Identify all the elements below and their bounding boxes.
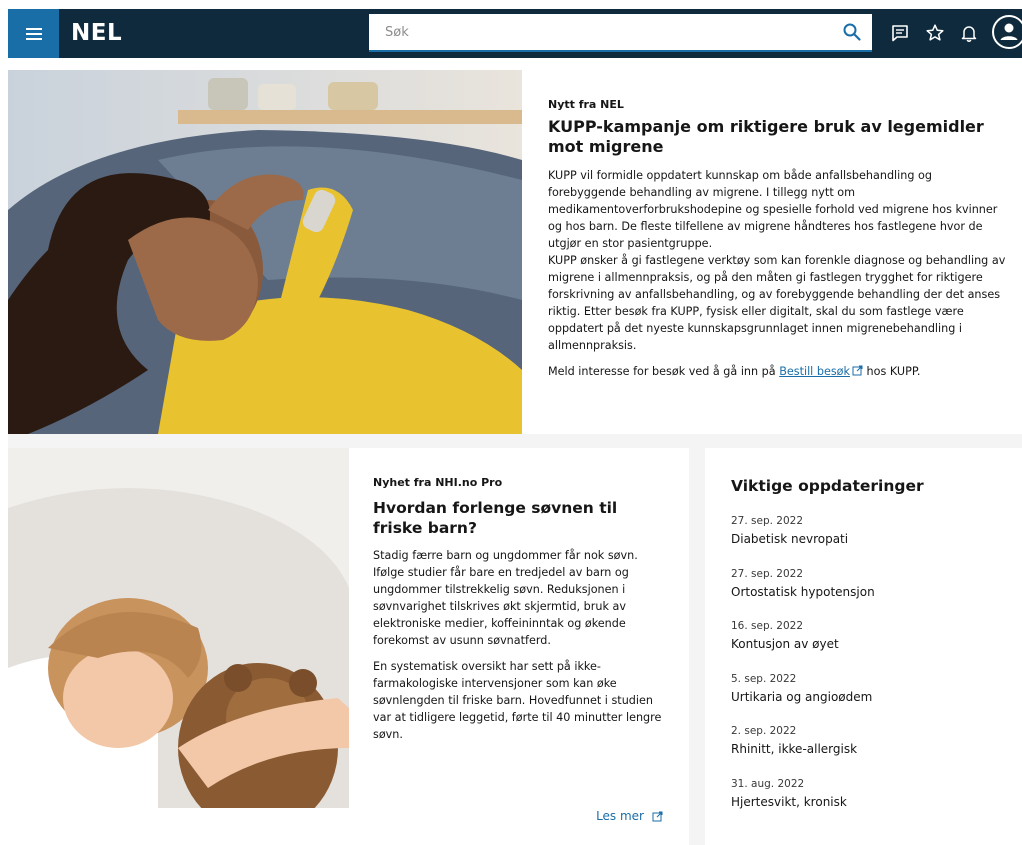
news-card: Nyhet fra NHI.no Pro Hvordan forlenge sø… (8, 448, 689, 845)
update-name[interactable]: Diabetisk nevropati (731, 530, 1006, 548)
update-date: 27. sep. 2022 (731, 515, 804, 527)
news-title[interactable]: Hvordan forlenge søvnen til friske barn? (373, 498, 671, 538)
updates-list: 27. sep. 2022 Diabetisk nevropati 27. se… (731, 514, 1006, 829)
lower-section: Nyhet fra NHI.no Pro Hvordan forlenge sø… (8, 434, 1022, 845)
update-name[interactable]: Kontusjon av øyet (731, 635, 1006, 653)
list-item[interactable]: 2. sep. 2022 Rhinitt, ikke-allergisk (731, 724, 1006, 777)
update-date: 5. sep. 2022 (731, 672, 797, 685)
menu-button[interactable] (8, 9, 59, 58)
bestill-besok-link[interactable]: Bestill besøk (779, 365, 863, 378)
news-article: Nyhet fra NHI.no Pro Hvordan forlenge sø… (349, 448, 689, 845)
updates-title: Viktige oppdateringer (731, 477, 924, 495)
external-link-icon (852, 365, 863, 376)
news-kicker: Nyhet fra NHI.no Pro (373, 476, 503, 489)
bell-icon[interactable] (959, 23, 979, 43)
update-date: 16. sep. 2022 (731, 620, 804, 632)
hero-section: Nytt fra NEL KUPP-kampanje om riktigere … (8, 70, 1022, 434)
update-name[interactable]: Hjertesvikt, kronisk (731, 793, 1006, 811)
hero-kicker: Nytt fra NEL (548, 98, 624, 111)
hero-title[interactable]: KUPP-kampanje om riktigere bruk av legem… (548, 117, 1006, 157)
search-box (369, 14, 872, 52)
news-paragraph: En systematisk oversikt har sett på ikke… (373, 660, 662, 741)
star-icon[interactable] (925, 23, 945, 43)
read-more-label: Les mer (596, 809, 644, 823)
news-paragraph: Stadig færre barn og ungdommer får nok s… (373, 549, 638, 647)
list-item[interactable]: 5. sep. 2022 Urtikaria og angioødem (731, 672, 1006, 725)
update-date: 27. sep. 2022 (731, 567, 804, 580)
hero-paragraph: KUPP ønsker å gi fastlegene verktøy som … (548, 254, 1006, 352)
read-more-link[interactable]: Les mer (596, 809, 663, 823)
search-input[interactable] (369, 14, 829, 50)
news-body: Stadig færre barn og ungdommer får nok s… (373, 547, 671, 743)
list-item[interactable]: 16. sep. 2022 Kontusjon av øyet (731, 619, 1006, 672)
bestill-besok-label: Bestill besøk (779, 365, 850, 378)
woman-headache-image (8, 70, 522, 434)
hero-cta-prefix: Meld interesse for besøk ved å gå inn på (548, 365, 780, 378)
user-icon (1000, 23, 1018, 40)
hero-body: KUPP vil formidle oppdatert kunnskap om … (548, 167, 1006, 380)
list-item[interactable]: 31. aug. 2022 Hjertesvikt, kronisk (731, 777, 1006, 830)
hero-paragraph: KUPP vil formidle oppdatert kunnskap om … (548, 169, 998, 250)
list-item[interactable]: 27. sep. 2022 Diabetisk nevropati (731, 514, 1006, 567)
update-name[interactable]: Ortostatisk hypotensjon (731, 583, 1006, 601)
list-item[interactable]: 27. sep. 2022 Ortostatisk hypotensjon (731, 567, 1006, 620)
update-name[interactable]: Urtikaria og angioødem (731, 688, 1006, 706)
child-illustration (8, 448, 349, 845)
top-bar: NEL (8, 9, 1022, 58)
hero-cta-suffix: hos KUPP. (862, 365, 921, 378)
external-link-icon (652, 811, 663, 821)
update-name[interactable]: Rhinitt, ikke-allergisk (731, 740, 1006, 758)
search-icon[interactable] (842, 22, 862, 42)
menu-icon (25, 27, 42, 40)
hero-cta: Meld interesse for besøk ved å gå inn på… (548, 363, 1006, 380)
sleeping-child-image (8, 448, 349, 845)
hero-article: Nytt fra NEL KUPP-kampanje om riktigere … (522, 70, 1022, 434)
update-date: 31. aug. 2022 (731, 777, 805, 790)
nel-logo[interactable]: NEL (71, 17, 122, 49)
user-avatar[interactable] (992, 15, 1022, 49)
chat-icon[interactable] (890, 23, 910, 43)
woman-illustration (8, 70, 522, 434)
updates-panel: Viktige oppdateringer 27. sep. 2022 Diab… (705, 448, 1022, 845)
update-date: 2. sep. 2022 (731, 725, 797, 737)
